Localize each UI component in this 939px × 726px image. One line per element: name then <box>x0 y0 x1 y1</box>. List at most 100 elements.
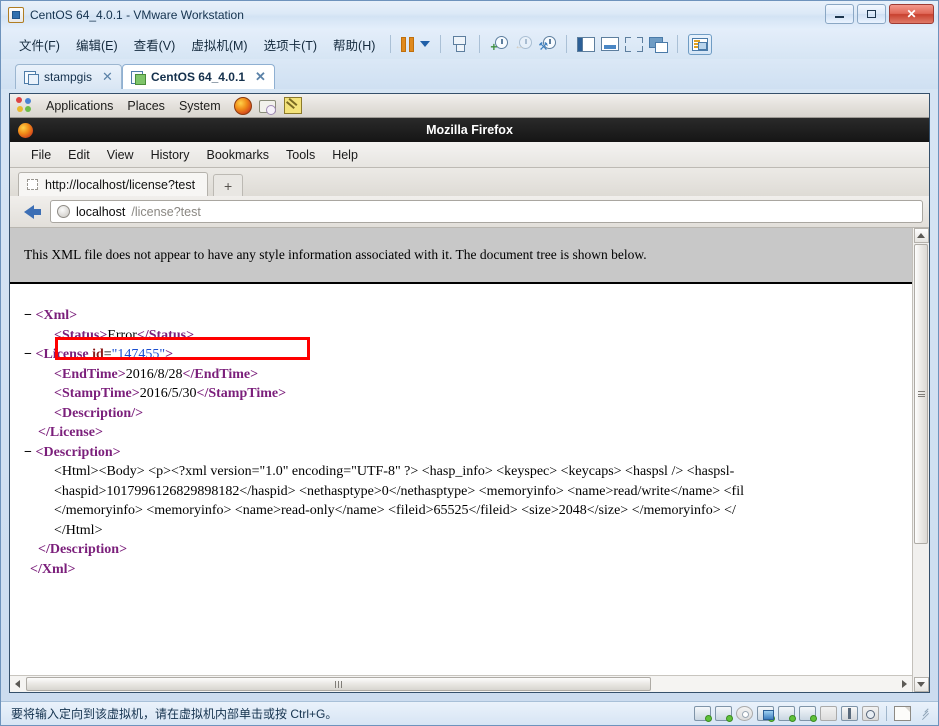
menu-vm[interactable]: 虚拟机(M) <box>183 32 255 57</box>
xml-txt: 2016/5/30 <box>139 386 197 401</box>
send-ctrl-alt-del-icon[interactable] <box>448 33 472 55</box>
xml-style-warning: This XML file does not appear to have an… <box>10 228 912 284</box>
xml-collapse-toggle[interactable]: − <box>24 308 35 323</box>
gnome-menu-system[interactable]: System <box>172 97 228 115</box>
close-icon[interactable]: ✕ <box>102 69 113 85</box>
xml-tag: </EndTime> <box>182 366 259 382</box>
horizontal-scrollbar[interactable] <box>10 675 912 692</box>
printer-icon[interactable] <box>778 706 796 722</box>
back-button[interactable] <box>16 200 42 224</box>
scroll-left-button[interactable] <box>10 677 25 692</box>
scroll-down-button[interactable] <box>913 677 929 692</box>
horizontal-scroll-thumb[interactable] <box>26 677 651 691</box>
xml-tag: <Status> <box>54 327 108 343</box>
vm-tab-stampgis[interactable]: stampgis ✕ <box>15 64 122 89</box>
fullscreen-icon[interactable] <box>622 33 646 55</box>
gnome-menu-places[interactable]: Places <box>120 97 172 115</box>
sound-card-icon[interactable] <box>799 706 817 722</box>
close-icon[interactable]: ✕ <box>255 69 266 85</box>
xml-line: </memoryinfo> <memoryinfo> <name>read-on… <box>16 501 912 521</box>
toolbar-divider <box>390 35 392 53</box>
take-snapshot-icon[interactable]: + <box>487 33 511 55</box>
xml-txt: = <box>103 347 112 362</box>
xml-line: − <Xml> <box>16 306 912 326</box>
message-log-icon[interactable] <box>894 706 911 721</box>
revert-snapshot-icon: ← <box>511 33 535 55</box>
camera-icon[interactable] <box>862 706 879 721</box>
close-button[interactable]: ✕ <box>889 4 934 24</box>
xml-attr-n: id <box>92 347 104 362</box>
menu-view[interactable]: 查看(V) <box>126 32 184 57</box>
email-icon[interactable] <box>258 97 277 115</box>
firefox-menu-help[interactable]: Help <box>325 146 365 164</box>
xml-tag: <License <box>35 347 93 362</box>
page-column: This XML file does not appear to have an… <box>10 228 912 692</box>
chevron-down-icon[interactable] <box>417 33 433 55</box>
display-icon[interactable] <box>820 706 837 721</box>
vm-tab-label: stampgis <box>44 70 93 84</box>
firefox-menu-bookmarks[interactable]: Bookmarks <box>199 146 276 164</box>
toolbar-divider <box>566 35 568 53</box>
minimize-button[interactable] <box>825 4 854 24</box>
library-toggle-icon[interactable] <box>685 33 715 55</box>
browser-tab-label: http://localhost/license?test <box>45 177 196 192</box>
restore-button[interactable] <box>857 4 886 24</box>
menu-tabs[interactable]: 选项卡(T) <box>256 32 325 57</box>
manage-snapshots-icon[interactable]: ⚒ <box>535 33 559 55</box>
xml-txt: <haspid>1017996126829898182</haspid> <ne… <box>54 483 744 499</box>
firefox-menu-tools[interactable]: Tools <box>279 146 322 164</box>
xml-line: − <Description> <box>16 443 912 463</box>
xml-line: − <License id="147455"> <box>16 345 912 365</box>
xml-txt: </Html> <box>54 522 103 538</box>
xml-tag: </Xml> <box>30 561 76 577</box>
vm-icon <box>24 70 39 85</box>
firefox-menu-edit[interactable]: Edit <box>61 146 97 164</box>
vm-tab-centos[interactable]: CentOS 64_4.0.1 ✕ <box>121 64 275 89</box>
cd-dvd-icon[interactable] <box>736 706 753 721</box>
pause-icon[interactable] <box>398 33 417 55</box>
xml-line: </Description> <box>16 540 912 560</box>
firefox-menu-bar: File Edit View History Bookmarks Tools H… <box>10 142 929 168</box>
text-editor-icon[interactable] <box>283 97 302 114</box>
browser-tab[interactable]: http://localhost/license?test <box>18 172 209 196</box>
vm-icon-running <box>130 70 146 85</box>
resize-grip[interactable] <box>919 707 932 721</box>
new-tab-button[interactable]: + <box>213 174 244 196</box>
xml-collapse-toggle[interactable]: − <box>24 347 35 362</box>
usb-controller-icon[interactable] <box>841 706 858 721</box>
scroll-up-button[interactable] <box>913 228 929 243</box>
xml-document-tree: − <Xml> <Status>Error</Status> − <License … <box>10 284 912 675</box>
menu-help[interactable]: 帮助(H) <box>325 32 383 57</box>
firefox-menu-file[interactable]: File <box>24 146 58 164</box>
firefox-tab-bar: http://localhost/license?test + <box>10 168 929 196</box>
vm-tab-strip: stampgis ✕ CentOS 64_4.0.1 ✕ <box>1 59 938 89</box>
xml-txt: </memoryinfo> <memoryinfo> <name>read-on… <box>54 503 736 518</box>
scroll-right-button[interactable] <box>897 677 912 692</box>
window-title: CentOS 64_4.0.1 - VMware Workstation <box>30 8 244 22</box>
hard-disk-1-icon[interactable] <box>694 706 712 722</box>
firefox-title-bar: Mozilla Firefox <box>10 118 929 142</box>
firefox-menu-history[interactable]: History <box>144 146 197 164</box>
hard-disk-2-icon[interactable] <box>715 706 733 722</box>
vertical-scrollbar[interactable] <box>912 228 929 692</box>
guest-screen[interactable]: Applications Places System Mozilla Firef… <box>9 93 930 693</box>
vertical-scroll-thumb[interactable] <box>914 244 928 544</box>
gnome-panel: Applications Places System <box>10 94 929 118</box>
xml-collapse-toggle[interactable]: − <box>24 445 35 460</box>
multiple-monitors-icon[interactable] <box>646 33 670 55</box>
xml-tag: <Xml> <box>35 308 78 323</box>
firefox-window: Mozilla Firefox File Edit View History B… <box>10 118 929 692</box>
menu-bar: 文件(F) 编辑(E) 查看(V) 虚拟机(M) 选项卡(T) 帮助(H) + … <box>1 29 938 59</box>
network-adapter-icon[interactable] <box>757 706 775 722</box>
menu-edit[interactable]: 编辑(E) <box>68 32 126 57</box>
gnome-menu-applications[interactable]: Applications <box>39 97 120 115</box>
firefox-menu-view[interactable]: View <box>100 146 141 164</box>
console-view-icon[interactable] <box>598 33 622 55</box>
address-bar[interactable]: localhost/license?test <box>50 200 923 223</box>
xml-tag: </License> <box>38 425 103 440</box>
scroll-thumb-grip <box>917 390 925 399</box>
xml-line: <Html><Body> <p><?xml version="1.0" enco… <box>16 462 912 482</box>
menu-file[interactable]: 文件(F) <box>11 32 68 57</box>
firefox-icon[interactable] <box>233 96 252 115</box>
show-library-icon[interactable] <box>574 33 598 55</box>
